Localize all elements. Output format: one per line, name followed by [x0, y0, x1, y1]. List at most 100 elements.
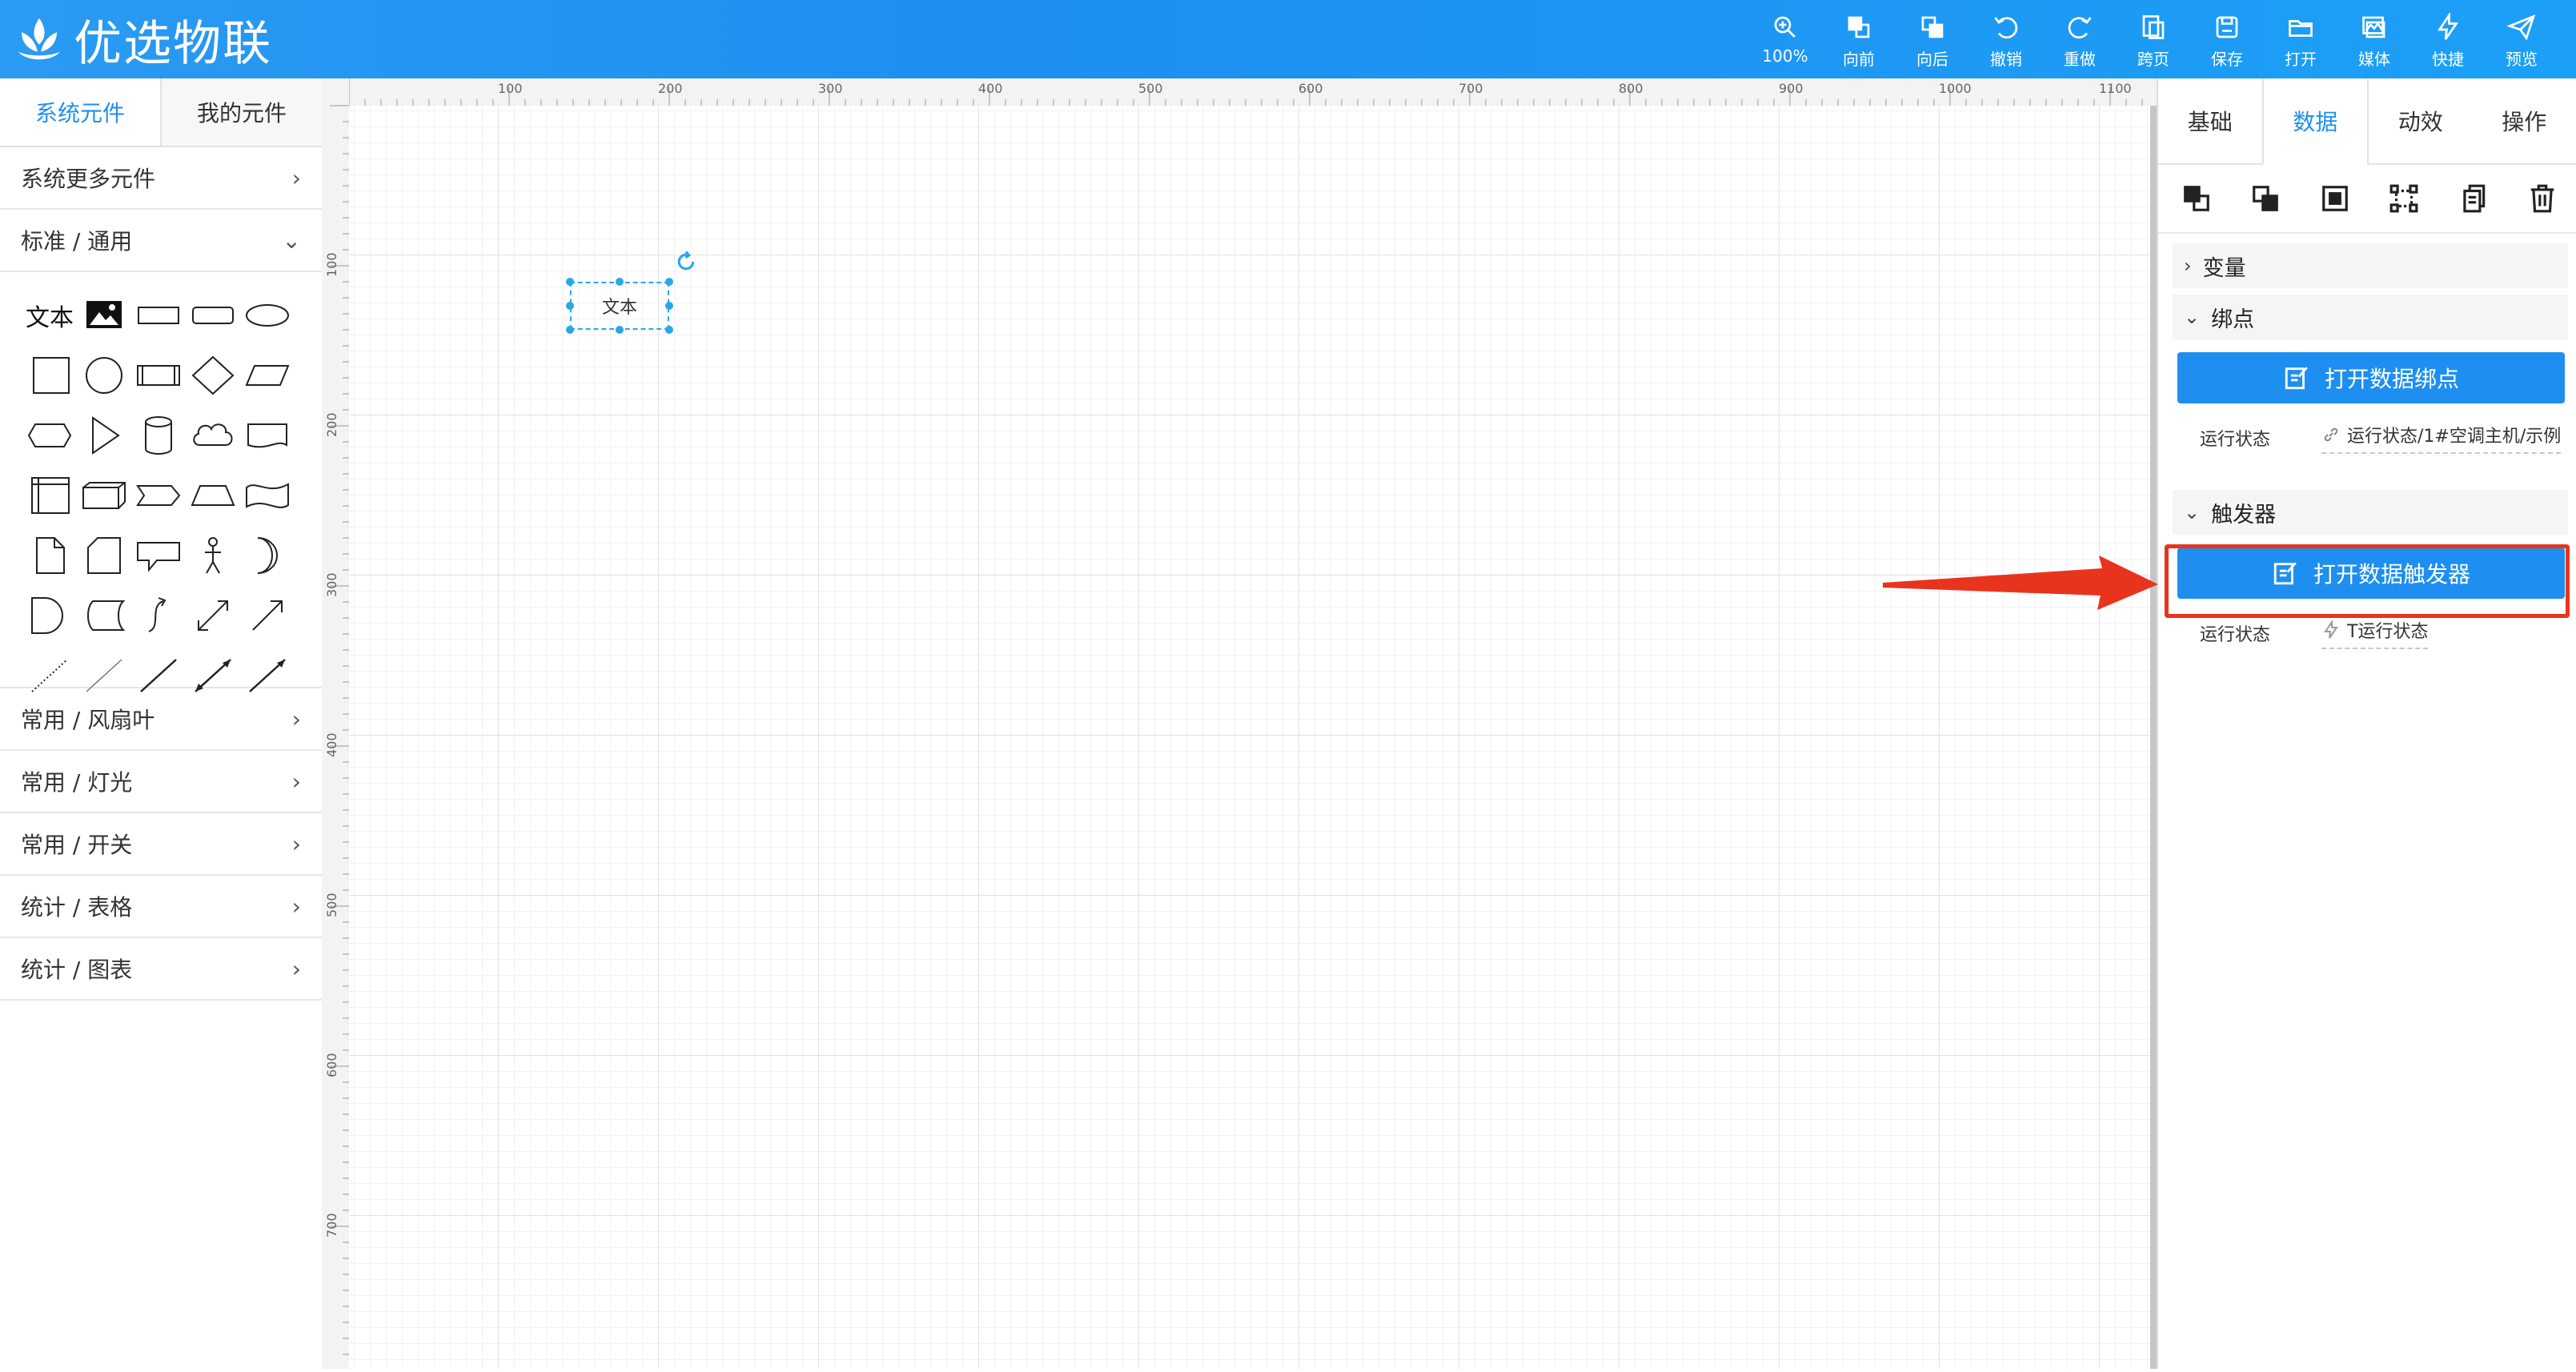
more-components-row[interactable]: 系统更多元件 › [0, 147, 322, 210]
shape-text[interactable]: 文本 [22, 291, 77, 339]
leaf-logo-icon [13, 13, 66, 66]
shape-parallelogram-icon[interactable] [240, 351, 295, 399]
category-chart[interactable]: 统计 / 图表 › [0, 938, 322, 1001]
shape-double-arrow-icon[interactable] [186, 592, 240, 640]
lightning-icon [2321, 620, 2341, 640]
tab-animation[interactable]: 动效 [2369, 78, 2473, 163]
shape-bidirectional-line-icon[interactable] [186, 652, 240, 700]
resize-handle[interactable] [665, 302, 673, 310]
shape-arrow-icon[interactable] [240, 592, 295, 640]
copy-icon[interactable] [2456, 181, 2491, 216]
chevron-right-icon: › [292, 165, 301, 191]
save-button[interactable]: 保存 [2190, 11, 2264, 70]
shape-card-icon[interactable] [77, 532, 131, 580]
tab-basic[interactable]: 基础 [2158, 78, 2262, 163]
open-data-binding-button[interactable]: 打开数据绑点 [2177, 352, 2565, 403]
send-backward-icon[interactable] [2248, 181, 2283, 216]
ungroup-icon[interactable] [2386, 181, 2422, 216]
section-binding-label: 绑点 [2211, 302, 2254, 333]
shape-crescent-icon[interactable] [240, 532, 295, 580]
chevron-down-icon: ⌄ [283, 227, 301, 254]
chevron-down-icon: ⌄ [2184, 306, 2200, 328]
shape-process-icon[interactable] [131, 351, 186, 399]
shape-square-icon[interactable] [22, 351, 77, 399]
shape-delay-icon[interactable] [22, 592, 77, 640]
resize-handle[interactable] [665, 278, 673, 286]
shape-thin-line-icon[interactable] [77, 652, 131, 700]
redo-button[interactable]: 重做 [2043, 11, 2117, 70]
preview-button[interactable]: 预览 [2485, 11, 2558, 70]
resize-handle[interactable] [616, 326, 624, 334]
section-binding[interactable]: ⌄ 绑点 [2173, 295, 2568, 339]
shape-line-icon[interactable] [131, 652, 186, 700]
top-bar: 优选物联 100% 向前 向后 撤销 重做 跨页 保存 [0, 0, 2576, 78]
rotate-handle-icon[interactable] [674, 250, 698, 274]
tab-operation[interactable]: 操作 [2473, 78, 2576, 163]
standard-category-row[interactable]: 标准 / 通用 ⌄ [0, 210, 322, 272]
cross-page-button[interactable]: 跨页 [2117, 11, 2190, 70]
group-icon[interactable] [2317, 181, 2353, 216]
resize-handle[interactable] [566, 278, 574, 286]
ruler-tick-label: 300 [324, 572, 339, 597]
shape-tape-icon[interactable] [240, 471, 295, 520]
canvas-scrollbar[interactable] [2150, 106, 2157, 1369]
open-button[interactable]: 打开 [2264, 11, 2337, 70]
vertical-ruler: 100200300400500600700 [322, 78, 350, 1369]
shape-triangle-icon[interactable] [77, 411, 131, 459]
shape-cube-icon[interactable] [77, 471, 131, 520]
bring-forward-button[interactable]: 向前 [1822, 11, 1896, 70]
resize-handle[interactable] [665, 326, 673, 334]
zoom-button[interactable]: 100% [1748, 11, 1822, 70]
section-variable[interactable]: › 变量 [2173, 243, 2568, 288]
tab-my-components[interactable]: 我的元件 [162, 78, 322, 146]
zoom-label: 100% [1762, 46, 1808, 66]
section-trigger[interactable]: ⌄ 触发器 [2173, 490, 2568, 535]
component-tabs: 系统元件 我的元件 [0, 78, 322, 147]
shortcut-button[interactable]: 快捷 [2411, 11, 2485, 70]
shape-actor-icon[interactable] [186, 532, 240, 580]
category-label: 统计 / 图表 [21, 953, 132, 985]
shape-curve-arrow-icon[interactable] [131, 592, 186, 640]
category-table[interactable]: 统计 / 表格 › [0, 876, 322, 938]
delete-icon[interactable] [2525, 181, 2560, 216]
shape-hexagon-icon[interactable] [22, 411, 77, 459]
shape-internal-storage-icon[interactable] [22, 471, 77, 520]
section-variable-label: 变量 [2203, 251, 2246, 282]
resize-handle[interactable] [616, 278, 624, 286]
shape-cloud-icon[interactable] [186, 411, 240, 459]
shape-document-icon[interactable] [240, 411, 295, 459]
shape-directional-line-icon[interactable] [240, 652, 295, 700]
tab-data[interactable]: 数据 [2262, 78, 2369, 165]
shape-trapezoid-icon[interactable] [186, 471, 240, 520]
shape-dotted-line-icon[interactable] [22, 652, 77, 700]
shape-rectangle-icon[interactable] [131, 291, 186, 339]
trigger-property-value[interactable]: T运行状态 [2321, 617, 2428, 649]
send-backward-button[interactable]: 向后 [1896, 11, 1969, 70]
shape-callout-icon[interactable] [131, 532, 186, 580]
shape-circle-icon[interactable] [77, 351, 131, 399]
binding-property-value[interactable]: 运行状态/1#空调主机/示例 [2321, 422, 2561, 454]
category-lighting[interactable]: 常用 / 灯光 › [0, 751, 322, 813]
bring-forward-icon[interactable] [2179, 181, 2214, 216]
undo-button[interactable]: 撤销 [1969, 11, 2043, 70]
shape-ellipse-icon[interactable] [240, 291, 295, 339]
shape-step-icon[interactable] [131, 471, 186, 520]
bring-forward-icon [1843, 11, 1875, 43]
folder-open-icon [2285, 11, 2317, 43]
ruler-tick-label: 300 [818, 81, 843, 96]
resize-handle[interactable] [566, 326, 574, 334]
selected-text-element[interactable]: 文本 [570, 282, 669, 330]
shape-image-icon[interactable] [77, 291, 131, 339]
shape-diamond-icon[interactable] [186, 351, 240, 399]
shape-stored-data-icon[interactable] [77, 592, 131, 640]
send-backward-label: 向后 [1916, 46, 1948, 70]
ruler-tick-label: 700 [324, 1213, 339, 1238]
tab-system-components[interactable]: 系统元件 [0, 78, 162, 146]
shape-cylinder-icon[interactable] [131, 411, 186, 459]
properties-tabs: 基础 数据 动效 操作 [2158, 78, 2576, 165]
resize-handle[interactable] [566, 302, 574, 310]
category-switch[interactable]: 常用 / 开关 › [0, 813, 322, 876]
shape-note-icon[interactable] [22, 532, 77, 580]
media-button[interactable]: 媒体 [2337, 11, 2411, 70]
shape-rounded-rect-icon[interactable] [186, 291, 240, 339]
